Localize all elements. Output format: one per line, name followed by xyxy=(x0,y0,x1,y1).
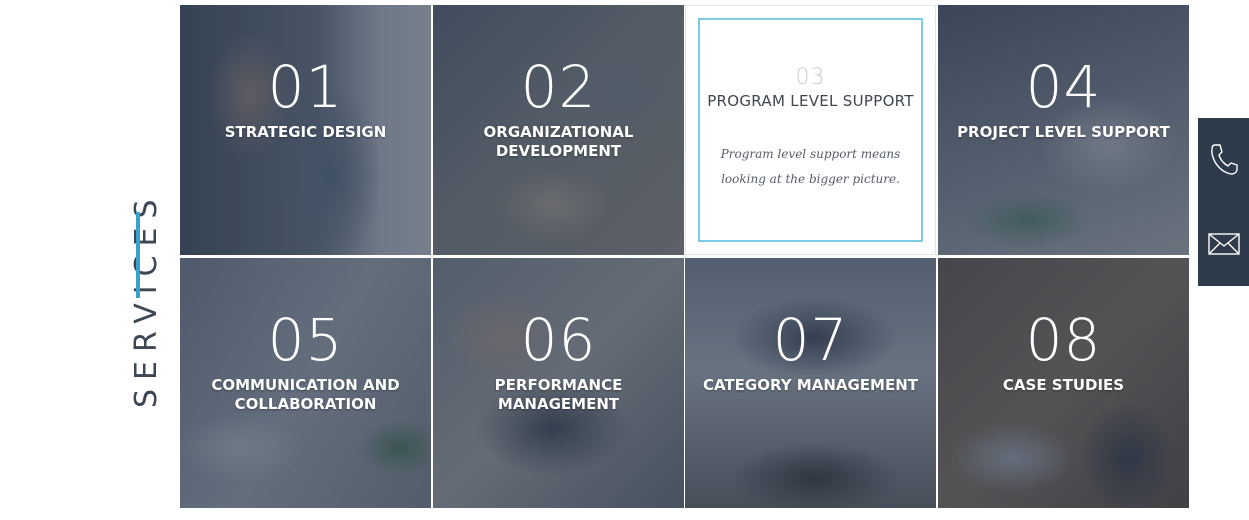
service-number: 03 xyxy=(795,65,826,90)
service-tile-project-level-support[interactable]: 04 PROJECT LEVEL SUPPORT xyxy=(938,5,1189,255)
services-section-label: SERVICES xyxy=(30,150,170,408)
section-accent-bar xyxy=(136,212,140,298)
service-tile-program-level-support[interactable]: 03 PROGRAM LEVEL SUPPORT Program level s… xyxy=(685,5,936,255)
service-title: PROGRAM LEVEL SUPPORT xyxy=(707,92,914,110)
email-button[interactable] xyxy=(1198,202,1249,286)
service-title: PROJECT LEVEL SUPPORT xyxy=(957,123,1170,141)
section-title: SERVICES xyxy=(129,190,164,408)
service-number: 07 xyxy=(772,306,849,374)
phone-icon xyxy=(1210,144,1238,175)
tile-highlight-frame xyxy=(698,18,923,242)
service-tile-performance-management[interactable]: 06 PERFORMANCE MANAGEMENT xyxy=(433,258,684,508)
service-tile-communication-and-collaboration[interactable]: 05 COMMUNICATION AND COLLABORATION xyxy=(180,258,431,508)
service-number: 05 xyxy=(267,306,344,374)
service-number: 01 xyxy=(267,53,344,121)
service-title: CASE STUDIES xyxy=(1002,376,1125,394)
services-grid: 01 STRATEGIC DESIGN 02 ORGANIZATIONAL DE… xyxy=(180,5,1189,508)
service-tile-organizational-development[interactable]: 02 ORGANIZATIONAL DEVELOPMENT xyxy=(433,5,684,255)
service-number: 08 xyxy=(1025,306,1102,374)
service-description: Program level support means looking at t… xyxy=(720,147,901,186)
service-number: 06 xyxy=(520,306,597,374)
service-number: 04 xyxy=(1025,53,1102,121)
service-title: STRATEGIC DESIGN xyxy=(224,123,387,141)
service-title: CATEGORY MANAGEMENT xyxy=(702,376,919,394)
service-title: PERFORMANCE MANAGEMENT xyxy=(494,376,623,413)
service-tile-case-studies[interactable]: 08 CASE STUDIES xyxy=(938,258,1189,508)
service-title: ORGANIZATIONAL DEVELOPMENT xyxy=(483,123,634,160)
mail-icon xyxy=(1207,233,1240,255)
service-tile-category-management[interactable]: 07 CATEGORY MANAGEMENT xyxy=(685,258,936,508)
call-button[interactable] xyxy=(1198,118,1249,202)
service-number: 02 xyxy=(520,53,597,121)
contact-side-panel xyxy=(1198,118,1249,286)
service-tile-strategic-design[interactable]: 01 STRATEGIC DESIGN xyxy=(180,5,431,255)
service-title: COMMUNICATION AND COLLABORATION xyxy=(211,376,400,413)
